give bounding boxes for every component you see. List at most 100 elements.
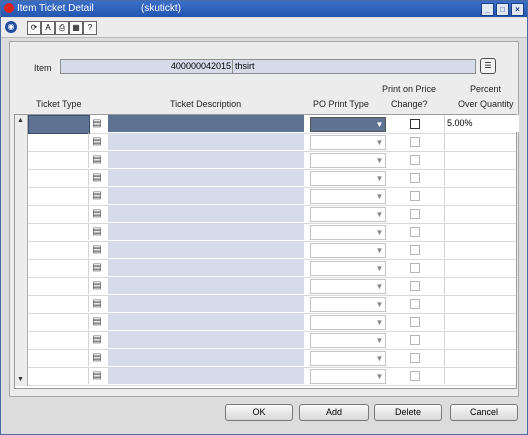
chevron-down-icon[interactable]: ▼ (374, 172, 385, 185)
ticket-lookup-icon[interactable]: ▤ (89, 187, 105, 204)
po-print-type-select[interactable]: ▼ (310, 135, 386, 150)
ticket-type-cell[interactable] (28, 115, 90, 134)
table-row[interactable]: ▤ ▼ (28, 241, 516, 260)
print-on-price-change-checkbox[interactable] (410, 263, 420, 273)
ticket-type-cell[interactable] (28, 205, 89, 222)
percent-over-quantity-cell[interactable] (444, 241, 517, 258)
po-print-type-select[interactable]: ▼ (310, 243, 386, 258)
po-print-type-select[interactable]: ▼ (310, 297, 386, 312)
po-print-type-select[interactable]: ▼ (310, 189, 386, 204)
print-on-price-change-checkbox[interactable] (410, 281, 420, 291)
scroll-down-icon[interactable]: ▼ (17, 376, 24, 383)
ticket-lookup-icon[interactable]: ▤ (89, 295, 105, 312)
chevron-down-icon[interactable]: ▼ (374, 136, 385, 149)
ticket-type-cell[interactable] (28, 331, 89, 348)
print-on-price-change-checkbox[interactable] (410, 245, 420, 255)
table-row[interactable]: ▤ ▼ (28, 187, 516, 206)
ticket-lookup-icon[interactable]: ▤ (89, 133, 105, 150)
po-print-type-select[interactable]: ▼ (310, 261, 386, 276)
print-on-price-change-checkbox[interactable] (410, 317, 420, 327)
ticket-type-cell[interactable] (28, 313, 89, 330)
ticket-type-cell[interactable] (28, 241, 89, 258)
table-row[interactable]: ▤ ▼ (28, 277, 516, 296)
item-description-field[interactable]: thsirt (232, 59, 476, 74)
ticket-lookup-icon[interactable]: ▤ (89, 205, 105, 222)
item-lookup-icon[interactable]: ☰ (480, 58, 496, 74)
po-print-type-select[interactable]: ▼ (310, 333, 386, 348)
chevron-down-icon[interactable]: ▼ (374, 226, 385, 239)
percent-over-quantity-cell[interactable] (444, 349, 517, 366)
chevron-down-icon[interactable]: ▼ (374, 154, 385, 167)
print-on-price-change-checkbox[interactable] (410, 119, 420, 129)
table-row[interactable]: ▤ ▼ 5.00% (28, 115, 519, 134)
po-print-type-select[interactable]: ▼ (310, 279, 386, 294)
find-icon[interactable]: A (41, 21, 55, 35)
vertical-scrollbar[interactable]: ▲ ▼ (15, 115, 28, 386)
chevron-down-icon[interactable]: ▼ (374, 298, 385, 311)
table-row[interactable]: ▤ ▼ (28, 313, 516, 332)
print-on-price-change-checkbox[interactable] (410, 173, 420, 183)
print-on-price-change-checkbox[interactable] (410, 335, 420, 345)
po-print-type-select[interactable]: ▼ (310, 351, 386, 366)
chevron-down-icon[interactable]: ▼ (374, 316, 385, 329)
table-row[interactable]: ▤ ▼ (28, 349, 516, 368)
percent-over-quantity-cell[interactable] (444, 259, 517, 276)
po-print-type-select[interactable]: ▼ (310, 153, 386, 168)
ticket-lookup-icon[interactable]: ▤ (89, 115, 105, 132)
chevron-down-icon[interactable]: ▼ (374, 262, 385, 275)
ok-button[interactable]: OK (225, 404, 293, 421)
percent-over-quantity-cell[interactable]: 5.00% (444, 115, 519, 132)
ticket-type-cell[interactable] (28, 367, 89, 384)
ticket-type-cell[interactable] (28, 169, 89, 186)
print-on-price-change-checkbox[interactable] (410, 137, 420, 147)
percent-over-quantity-cell[interactable] (444, 313, 517, 330)
ticket-type-cell[interactable] (28, 349, 89, 366)
percent-over-quantity-cell[interactable] (444, 277, 517, 294)
print-on-price-change-checkbox[interactable] (410, 209, 420, 219)
cancel-button[interactable]: Cancel (450, 404, 518, 421)
help-icon[interactable]: ? (83, 21, 97, 35)
scroll-up-icon[interactable]: ▲ (17, 117, 24, 124)
close-icon[interactable]: × (511, 3, 524, 16)
percent-over-quantity-cell[interactable] (444, 295, 517, 312)
chevron-down-icon[interactable]: ▼ (374, 370, 385, 383)
chevron-down-icon[interactable]: ▼ (374, 334, 385, 347)
percent-over-quantity-cell[interactable] (444, 133, 517, 150)
ticket-lookup-icon[interactable]: ▤ (89, 349, 105, 366)
ticket-lookup-icon[interactable]: ▤ (89, 367, 105, 384)
ticket-type-cell[interactable] (28, 259, 89, 276)
ticket-lookup-icon[interactable]: ▤ (89, 331, 105, 348)
chevron-down-icon[interactable]: ▼ (374, 352, 385, 365)
minimize-icon[interactable]: _ (481, 3, 494, 16)
print-on-price-change-checkbox[interactable] (410, 155, 420, 165)
chevron-down-icon[interactable]: ▼ (374, 280, 385, 293)
ticket-type-cell[interactable] (28, 277, 89, 294)
po-print-type-select[interactable]: ▼ (310, 117, 386, 132)
po-print-type-select[interactable]: ▼ (310, 225, 386, 240)
table-row[interactable]: ▤ ▼ (28, 133, 516, 152)
po-print-type-select[interactable]: ▼ (310, 315, 386, 330)
po-print-type-select[interactable]: ▼ (310, 207, 386, 222)
po-print-type-select[interactable]: ▼ (310, 171, 386, 186)
chevron-down-icon[interactable]: ▼ (374, 190, 385, 203)
save-icon[interactable]: ▦ (69, 21, 83, 35)
item-number-field[interactable]: 400000042015 (60, 59, 234, 74)
table-row[interactable]: ▤ ▼ (28, 223, 516, 242)
percent-over-quantity-cell[interactable] (444, 187, 517, 204)
table-row[interactable]: ▤ ▼ (28, 169, 516, 188)
table-row[interactable]: ▤ ▼ (28, 331, 516, 350)
globe-icon[interactable]: ◉ (5, 21, 17, 33)
print-on-price-change-checkbox[interactable] (410, 299, 420, 309)
print-icon[interactable]: ⎙ (55, 21, 69, 35)
ticket-type-cell[interactable] (28, 295, 89, 312)
maximize-icon[interactable]: □ (496, 3, 509, 16)
ticket-lookup-icon[interactable]: ▤ (89, 241, 105, 258)
delete-button[interactable]: Delete (374, 404, 442, 421)
ticket-type-cell[interactable] (28, 187, 89, 204)
ticket-type-cell[interactable] (28, 151, 89, 168)
print-on-price-change-checkbox[interactable] (410, 227, 420, 237)
ticket-lookup-icon[interactable]: ▤ (89, 151, 105, 168)
add-button[interactable]: Add (299, 404, 369, 421)
percent-over-quantity-cell[interactable] (444, 367, 517, 384)
percent-over-quantity-cell[interactable] (444, 151, 517, 168)
